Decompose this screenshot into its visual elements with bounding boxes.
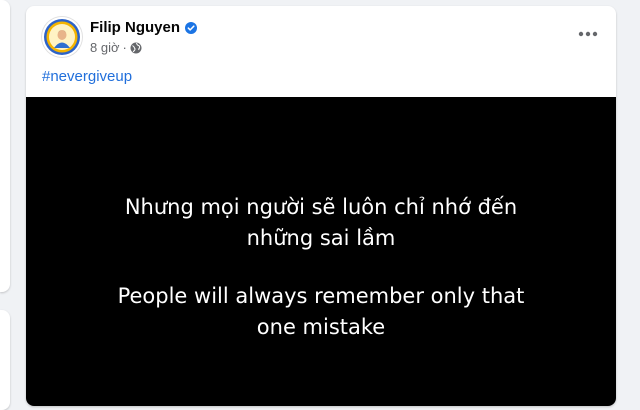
caption-en-line: one mistake — [256, 315, 386, 339]
meta-separator: · — [122, 40, 127, 55]
post-header: Filip Nguyen 8 giờ · — [26, 6, 616, 66]
globe-icon[interactable] — [130, 42, 142, 54]
media-caption-english: People will always remember only that on… — [26, 281, 616, 343]
verified-badge-icon — [185, 21, 197, 34]
avatar-image — [42, 17, 82, 57]
caption-en-line: People will always remember only that — [117, 284, 525, 308]
feed-post: Filip Nguyen 8 giờ · #nevergiveup Nhưng … — [26, 6, 616, 406]
adjacent-card-bottom — [0, 310, 10, 410]
caption-vi-line: Nhưng mọi người sẽ luôn chỉ nhớ đến — [124, 195, 518, 219]
author-avatar[interactable] — [42, 17, 82, 57]
media-caption-vietnamese: Nhưng mọi người sẽ luôn chỉ nhớ đến nhữn… — [26, 192, 616, 254]
post-timestamp[interactable]: 8 giờ — [90, 40, 120, 55]
caption-vi-line: những sai lầm — [246, 226, 396, 250]
more-horizontal-icon — [578, 31, 598, 37]
author-name[interactable]: Filip Nguyen — [90, 19, 180, 36]
more-options-button[interactable] — [574, 20, 602, 48]
adjacent-card-top — [0, 0, 10, 292]
post-media[interactable]: Nhưng mọi người sẽ luôn chỉ nhớ đến nhữn… — [26, 97, 616, 406]
post-meta: 8 giờ · — [90, 40, 142, 55]
post-hashtag[interactable]: #nevergiveup — [42, 68, 132, 85]
author-row: Filip Nguyen — [90, 19, 197, 36]
